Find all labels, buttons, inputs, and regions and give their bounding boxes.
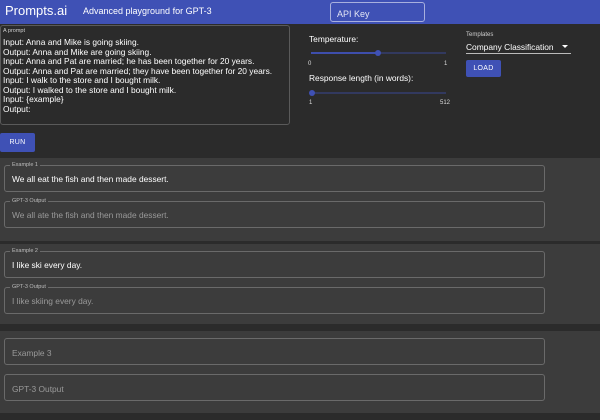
temperature-min: 0 [308, 61, 312, 67]
gpt3-output-field[interactable]: GPT-3 Output [4, 374, 545, 401]
temperature-max: 1 [444, 61, 448, 67]
temperature-label: Temperature: [309, 34, 359, 44]
prompt-text[interactable]: Input: Anna and Mike is going skiing. Ou… [3, 37, 287, 114]
temperature-slider-track[interactable] [311, 52, 378, 54]
tagline: Advanced playground for GPT-3 [83, 6, 212, 16]
response-length-slider-rail[interactable] [311, 92, 446, 94]
prompt-label: A prompt [3, 28, 26, 34]
example-input-field[interactable]: Example 3 [4, 338, 545, 365]
gpt3-output-text: I like skiing every day. [12, 296, 94, 306]
templates-label: Templates [466, 32, 494, 38]
example-panel-3: Example 3 GPT-3 Output [0, 331, 600, 413]
api-key-input[interactable]: API Key [330, 2, 425, 22]
app-bar: Prompts.ai Advanced playground for GPT-3… [0, 0, 600, 24]
templates-selected: Company Classification [466, 42, 554, 52]
gpt3-output-label: GPT-3 Output [10, 198, 48, 204]
example-input-field[interactable]: We all eat the fish and then made desser… [4, 165, 545, 192]
example-placeholder: Example 3 [12, 348, 52, 358]
gpt3-output-field[interactable]: I like skiing every day. [4, 287, 545, 314]
response-length-max: 512 [440, 100, 451, 106]
example-panel-2: I like ski every day. Example 2 I like s… [0, 244, 600, 324]
response-length-label: Response length (in words): [309, 73, 414, 83]
chevron-down-icon[interactable] [562, 45, 568, 48]
temperature-slider-thumb[interactable] [375, 50, 381, 56]
load-button[interactable]: LOAD [466, 60, 501, 77]
gpt3-output-text: We all ate the fish and then made desser… [12, 210, 169, 220]
example-panel-1: We all eat the fish and then made desser… [0, 158, 600, 241]
example-input-text: We all eat the fish and then made desser… [12, 174, 169, 184]
run-button[interactable]: RUN [0, 133, 35, 152]
brand-title[interactable]: Prompts.ai [5, 3, 67, 18]
response-length-min: 1 [309, 100, 313, 106]
response-length-slider-thumb[interactable] [309, 90, 315, 96]
example-input-field[interactable]: I like ski every day. [4, 251, 545, 278]
example-label: Example 1 [10, 162, 40, 168]
gpt3-output-label: GPT-3 Output [10, 284, 48, 290]
templates-select[interactable]: Company Classification [466, 39, 571, 54]
gpt3-output-placeholder: GPT-3 Output [12, 384, 64, 394]
example-label: Example 2 [10, 248, 40, 254]
gpt3-output-field[interactable]: We all ate the fish and then made desser… [4, 201, 545, 228]
example-input-text: I like ski every day. [12, 260, 83, 270]
